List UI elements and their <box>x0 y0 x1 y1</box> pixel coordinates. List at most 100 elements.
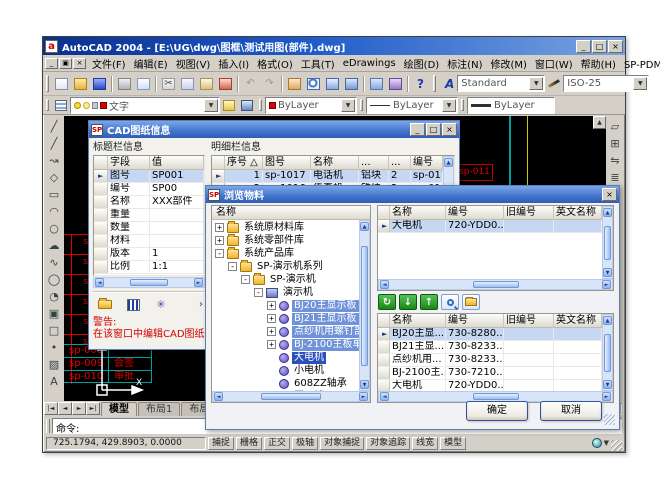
minimize-button[interactable]: _ <box>576 40 591 53</box>
barcode-button[interactable] <box>121 296 145 313</box>
tree-item[interactable]: + 系统原材料库 <box>212 221 359 234</box>
scroll-right-icon[interactable]: ► <box>194 278 203 287</box>
status-toggle-button[interactable]: 正交 <box>264 437 290 450</box>
tab-last-button[interactable]: ►| <box>86 402 100 415</box>
text-style-combo[interactable]: Standard ▼ <box>457 75 545 92</box>
scroll-up-icon[interactable]: ▲ <box>603 316 612 325</box>
cancel-button[interactable]: 取消 <box>540 401 602 421</box>
scroll-right-icon[interactable]: ► <box>602 392 611 401</box>
canvas-scroll-up-icon[interactable]: ▲ <box>593 116 606 129</box>
zoom-realtime-icon[interactable] <box>304 75 323 93</box>
tree-item[interactable]: + BJ20主显示板 <box>212 299 359 312</box>
column-header[interactable]: ... <box>359 156 389 169</box>
column-header[interactable]: 编号 <box>446 206 504 219</box>
row-selector[interactable] <box>94 196 108 208</box>
copy-object-icon[interactable]: ⊞ <box>607 135 624 152</box>
row-selector[interactable] <box>94 183 108 195</box>
scroll-right-icon[interactable]: ► <box>602 280 611 289</box>
make-layer-current-icon[interactable] <box>220 97 238 113</box>
dim-style-combo[interactable]: ISO-25 ▼ <box>563 75 649 92</box>
column-header[interactable]: 名称 <box>390 314 446 327</box>
scroll-left-icon[interactable]: ◄ <box>380 392 389 401</box>
menu-item[interactable]: 插入(I) <box>214 55 253 72</box>
polygon-icon[interactable]: ◇ <box>46 169 63 186</box>
scroll-left-icon[interactable]: ◄ <box>214 392 223 401</box>
scroll-down-icon[interactable]: ▼ <box>360 380 369 389</box>
line-icon[interactable]: ╱ <box>46 118 63 135</box>
cad-info-dialog-titlebar[interactable]: SP CAD图纸信息 _ □ × <box>89 121 459 138</box>
status-toggle-button[interactable]: 线宽 <box>412 437 438 450</box>
column-header[interactable]: 名称 <box>390 206 446 219</box>
toolbar-grip[interactable] <box>461 99 464 112</box>
mirror-icon[interactable]: ⇋ <box>607 152 624 169</box>
chevron-down-icon[interactable]: ▼ <box>529 77 543 90</box>
menu-item[interactable]: 编辑(E) <box>130 55 172 72</box>
paste-icon[interactable] <box>197 75 216 93</box>
expand-toggle-icon[interactable]: + <box>215 223 224 232</box>
erase-icon[interactable]: ▱ <box>607 118 624 135</box>
ellipse-arc-icon[interactable]: ◔ <box>46 288 63 305</box>
mdi-restore-button[interactable]: ▣ <box>59 58 72 69</box>
expand-toggle-icon[interactable]: - <box>254 288 263 297</box>
menu-item[interactable]: 绘图(D) <box>400 55 444 72</box>
row-selector[interactable] <box>94 209 108 221</box>
pan-icon[interactable] <box>285 75 304 93</box>
tree-item[interactable]: + 点纱机用螺钉部件 <box>212 325 359 338</box>
tree-item[interactable]: + 系统零部件库 <box>212 234 359 247</box>
status-toggle-button[interactable]: 对象捕捉 <box>320 437 364 450</box>
move-down-icon[interactable]: ↓ <box>399 294 417 310</box>
material-row[interactable]: 点纱机用... 730-8233... <box>378 354 602 367</box>
row-selector[interactable] <box>94 248 108 260</box>
refresh-icon[interactable]: ↻ <box>378 294 396 310</box>
column-header[interactable]: 编号 <box>411 156 443 169</box>
menu-item[interactable]: 帮助(H) <box>577 55 620 72</box>
open-icon[interactable] <box>71 75 90 93</box>
dialog-close-button[interactable]: × <box>442 123 457 136</box>
field-value-cell[interactable]: 1 <box>150 248 204 260</box>
field-row[interactable]: 编号 SP00 <box>94 183 204 196</box>
row-selector[interactable] <box>94 235 108 247</box>
properties-icon[interactable] <box>367 75 386 93</box>
layer-previous-icon[interactable] <box>238 97 256 113</box>
toolbar-grip[interactable] <box>46 75 49 91</box>
status-toggle-button[interactable]: 捕捉 <box>208 437 234 450</box>
status-toggle-button[interactable]: 模型 <box>440 437 466 450</box>
menu-item[interactable]: 视图(V) <box>172 55 215 72</box>
status-toggle-button[interactable]: 极轴 <box>292 437 318 450</box>
field-row[interactable]: 图号 SP001 <box>94 170 204 183</box>
scroll-left-icon[interactable]: ◄ <box>95 278 104 287</box>
tab-prev-button[interactable]: ◄ <box>58 402 72 415</box>
top-table-hscrollbar[interactable]: ◄ ► <box>378 279 613 290</box>
top-table-vscrollbar[interactable]: ▲ ▼ <box>602 206 613 279</box>
open-folder-button[interactable] <box>93 296 117 313</box>
field-row[interactable]: 名称 XXX部件 <box>94 196 204 209</box>
communication-center-icon[interactable] <box>592 438 602 448</box>
scroll-right-icon[interactable]: ► <box>359 392 368 401</box>
match-properties-icon[interactable] <box>216 75 235 93</box>
row-selector[interactable] <box>94 170 108 182</box>
chevron-down-icon[interactable]: ▼ <box>341 99 355 112</box>
column-header[interactable]: 名称 <box>311 156 359 169</box>
row-selector[interactable] <box>378 220 390 232</box>
menu-item[interactable]: SP-PDM插件(P) <box>620 55 660 72</box>
redo-icon[interactable]: ↷ <box>260 75 279 93</box>
row-selector[interactable] <box>378 341 390 353</box>
tree-item[interactable]: - 演示机 <box>212 286 359 299</box>
field-row[interactable]: 比例 1:1 <box>94 261 204 274</box>
layer-combo[interactable]: 文字 ▼ <box>70 97 220 114</box>
command-window-grip[interactable] <box>46 419 50 433</box>
menu-item[interactable]: 工具(T) <box>297 55 339 72</box>
window-resize-grip[interactable] <box>611 440 622 451</box>
dialog-minimize-button[interactable]: _ <box>410 123 425 136</box>
tree-item[interactable]: + BJ-2100主板单点 <box>212 338 359 351</box>
column-header[interactable]: 值 <box>150 156 204 169</box>
field-value-cell[interactable]: 1:1 <box>150 261 204 273</box>
revision-cloud-icon[interactable]: ☁ <box>46 237 63 254</box>
field-row[interactable]: 材料 <box>94 235 204 248</box>
fields-hscrollbar[interactable]: ◄ ► <box>93 277 205 288</box>
dialog-resize-grip[interactable] <box>604 414 615 425</box>
field-row[interactable]: 版本 1 <box>94 248 204 261</box>
insert-block-icon[interactable]: ▣ <box>46 305 63 322</box>
row-selector[interactable] <box>94 222 108 234</box>
row-selector[interactable] <box>378 328 390 340</box>
